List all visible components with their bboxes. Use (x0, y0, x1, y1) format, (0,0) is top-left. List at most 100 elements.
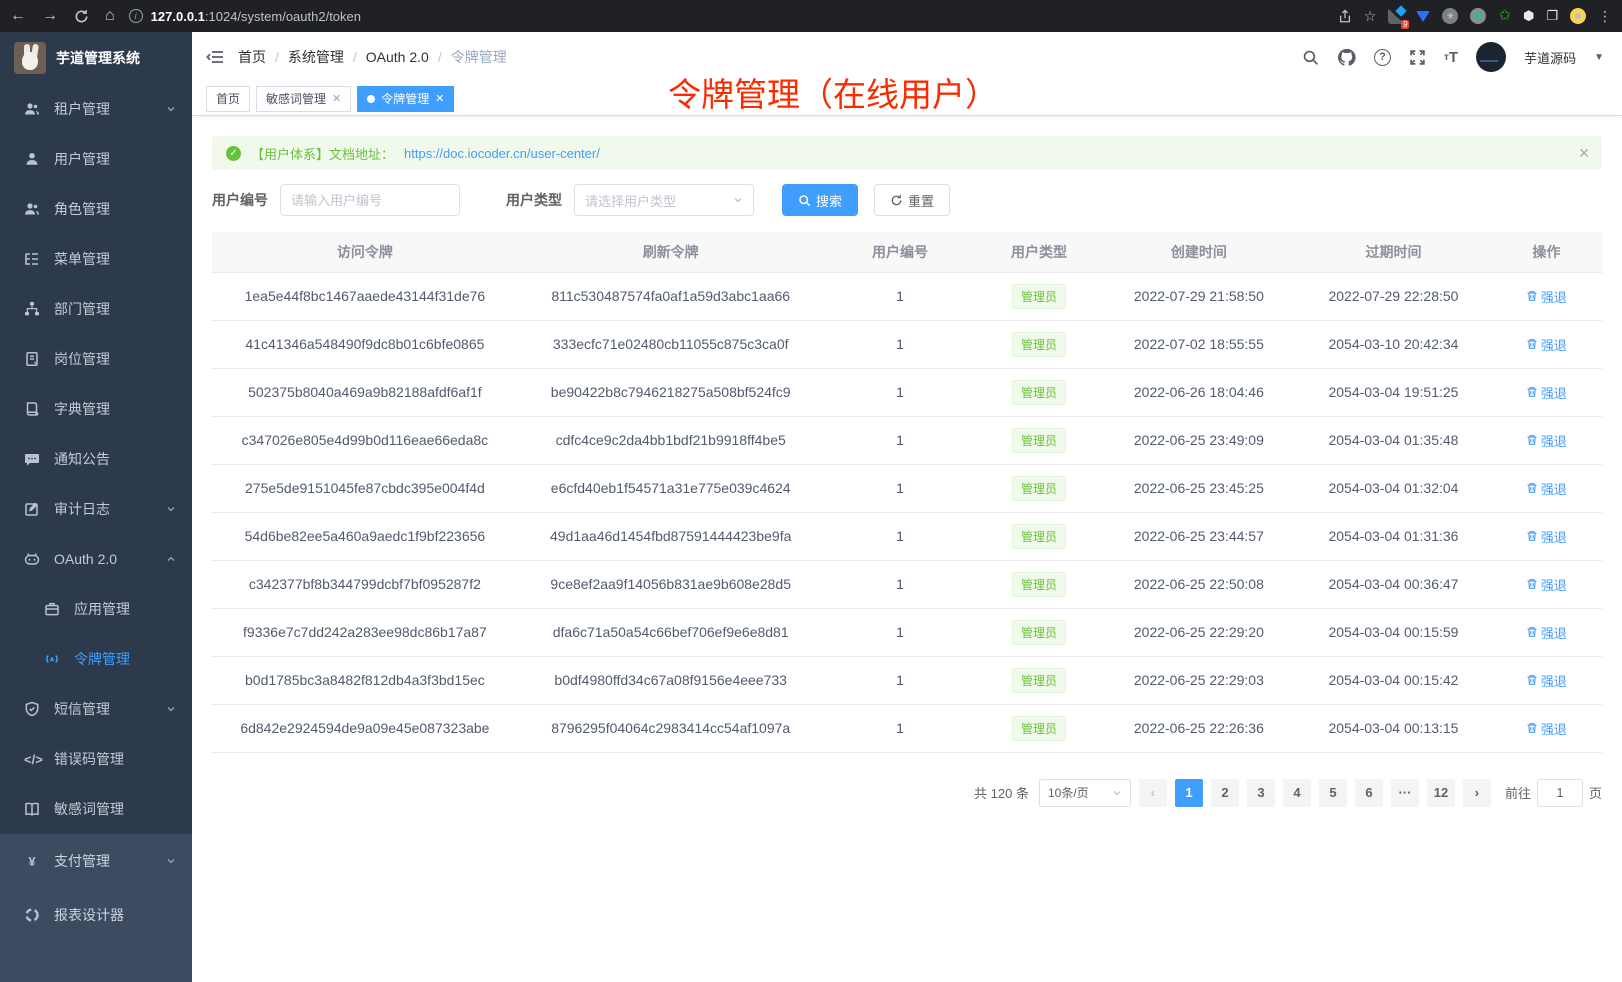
user-type-select[interactable]: 请选择用户类型 (574, 184, 754, 216)
next-page-button[interactable]: › (1463, 779, 1491, 807)
sidebar-item-notice[interactable]: 通知公告 (0, 434, 192, 484)
tab-token[interactable]: 令牌管理 ✕ (357, 86, 454, 112)
sidebar: 芋道管理系统 租户管理 用户管理 角色管理 菜单管理 (0, 32, 192, 982)
sidebar-item-user[interactable]: 用户管理 (0, 134, 192, 184)
table-row: c347026e805e4d99b0d116eae66eda8c cdfc4ce… (212, 416, 1602, 464)
browser-home-icon[interactable]: ⌂ (105, 7, 115, 25)
sidebar-item-sms[interactable]: 短信管理 (0, 684, 192, 734)
cell-user-id: 1 (824, 608, 977, 656)
force-logout-button[interactable]: 强退 (1526, 623, 1567, 642)
force-logout-button[interactable]: 强退 (1526, 719, 1567, 738)
sidebar-item-sensitive-word[interactable]: 敏感词管理 (0, 784, 192, 834)
browser-forward-icon[interactable]: → (42, 7, 58, 25)
site-info-icon[interactable]: i (129, 9, 143, 23)
page-number-button[interactable]: 5 (1319, 779, 1347, 807)
sidebar-item-dict[interactable]: 字典管理 (0, 384, 192, 434)
split-window-icon[interactable]: ❐ (1546, 8, 1558, 24)
breadcrumb-system[interactable]: 系统管理 (288, 47, 344, 67)
browser-back-icon[interactable]: ← (10, 7, 26, 25)
force-logout-button[interactable]: 强退 (1526, 335, 1567, 354)
sidebar-item-report-designer[interactable]: 报表设计器 (0, 888, 192, 942)
force-logout-button[interactable]: 强退 (1526, 527, 1567, 546)
extension-grid-icon[interactable]: 9 (1388, 8, 1404, 24)
browser-menu-icon[interactable]: ⋮ (1598, 8, 1612, 25)
sidebar-item-dept[interactable]: 部门管理 (0, 284, 192, 334)
edit-square-icon (24, 501, 40, 517)
doc-link[interactable]: https://doc.iocoder.cn/user-center/ (404, 146, 600, 161)
tab-home[interactable]: 首页 (206, 86, 250, 112)
page-size-select[interactable]: 10条/页 (1039, 779, 1131, 807)
sidebar-collapse-icon[interactable] (206, 49, 224, 65)
user-type-badge: 管理员 (1012, 668, 1066, 693)
reset-button[interactable]: 重置 (874, 184, 950, 216)
close-tab-icon[interactable]: ✕ (332, 92, 341, 105)
bookmark-star-icon[interactable]: ☆ (1364, 8, 1377, 25)
sidebar-item-menu[interactable]: 菜单管理 (0, 234, 192, 284)
address-bar[interactable]: i 127.0.0.1:1024/system/oauth2/token (129, 9, 1324, 24)
cell-access-token: 54d6be82ee5a460a9aedc1f9bf223656 (212, 512, 518, 560)
open-book-icon (24, 801, 40, 817)
cell-refresh-token: 49d1aa46d1454fbd87591444423be9fa (518, 512, 824, 560)
extension-dot-icon[interactable] (1470, 8, 1486, 24)
sidebar-item-tenant[interactable]: 租户管理 (0, 84, 192, 134)
sidebar-item-post[interactable]: 岗位管理 (0, 334, 192, 384)
page-number-button[interactable]: 1 (1175, 779, 1203, 807)
font-size-icon[interactable]: тT (1444, 49, 1458, 66)
trash-icon (1526, 530, 1538, 542)
col-user-type: 用户类型 (976, 232, 1101, 272)
sidebar-item-audit-log[interactable]: 审计日志 (0, 484, 192, 534)
user-menu-caret-icon[interactable]: ▼ (1594, 52, 1604, 63)
page-number-button[interactable]: 3 (1247, 779, 1275, 807)
sidebar-item-pay[interactable]: ¥ 支付管理 (0, 834, 192, 888)
force-logout-button[interactable]: 强退 (1526, 431, 1567, 450)
table-row: c342377bf8b344799dcbf7bf095287f2 9ce8ef2… (212, 560, 1602, 608)
user-id-input[interactable] (291, 193, 449, 208)
page-number-button[interactable]: 6 (1355, 779, 1383, 807)
sidebar-item-oauth2[interactable]: OAuth 2.0 (0, 534, 192, 584)
help-icon[interactable]: ? (1374, 49, 1391, 66)
user-type-badge: 管理员 (1012, 572, 1066, 597)
username[interactable]: 芋道源码 (1524, 48, 1576, 67)
goto-page-input[interactable] (1537, 779, 1583, 807)
total-count: 共 120 条 (974, 783, 1029, 802)
search-button[interactable]: 搜索 (782, 184, 858, 216)
browser-reload-icon[interactable] (74, 9, 89, 24)
cell-access-token: 41c41346a548490f9dc8b01c6bfe0865 (212, 320, 518, 368)
share-icon[interactable] (1338, 9, 1352, 24)
cell-refresh-token: cdfc4ce9c2da4bb1bdf21b9918ff4be5 (518, 416, 824, 464)
cell-user-id: 1 (824, 656, 977, 704)
user-avatar[interactable] (1476, 42, 1506, 72)
extensions-puzzle-icon[interactable]: ⬢ (1523, 8, 1534, 24)
github-icon[interactable] (1337, 48, 1356, 67)
force-logout-button[interactable]: 强退 (1526, 671, 1567, 690)
profile-avatar-icon[interactable]: ☻ (1570, 8, 1586, 24)
page-number-button[interactable]: 4 (1283, 779, 1311, 807)
tab-sensitive-word[interactable]: 敏感词管理 ✕ (256, 86, 351, 112)
page-number-button[interactable]: ··· (1391, 779, 1419, 807)
force-logout-button[interactable]: 强退 (1526, 479, 1567, 498)
extension-star-icon[interactable]: ✩ (1498, 8, 1511, 24)
table-row: f9336e7c7dd242a283ee98dc86b17a87 dfa6c71… (212, 608, 1602, 656)
search-icon[interactable] (1302, 49, 1319, 66)
chevron-down-icon (733, 195, 743, 205)
page-number-button[interactable]: 2 (1211, 779, 1239, 807)
breadcrumb-home[interactable]: 首页 (238, 47, 266, 67)
force-logout-button[interactable]: 强退 (1526, 575, 1567, 594)
sidebar-item-oauth2-app[interactable]: 应用管理 (0, 584, 192, 634)
force-logout-button[interactable]: 强退 (1526, 383, 1567, 402)
page-number-button[interactable]: 12 (1427, 779, 1455, 807)
prev-page-button[interactable]: ‹ (1139, 779, 1167, 807)
fullscreen-icon[interactable] (1409, 49, 1426, 66)
alert-close-icon[interactable]: ✕ (1578, 145, 1590, 162)
close-tab-icon[interactable]: ✕ (435, 92, 444, 105)
breadcrumb-oauth2[interactable]: OAuth 2.0 (366, 49, 429, 65)
extension-gem-icon[interactable] (1416, 11, 1430, 22)
sidebar-item-errcode[interactable]: </> 错误码管理 (0, 734, 192, 784)
sidebar-item-oauth2-token[interactable]: 令牌管理 (0, 634, 192, 684)
force-logout-button[interactable]: 强退 (1526, 287, 1567, 306)
sidebar-item-role[interactable]: 角色管理 (0, 184, 192, 234)
app-logo[interactable]: 芋道管理系统 (0, 32, 192, 84)
extension-circle-icon[interactable]: ✳ (1442, 8, 1458, 24)
url-host: 127.0.0.1 (151, 9, 205, 24)
code-icon: </> (24, 752, 40, 767)
